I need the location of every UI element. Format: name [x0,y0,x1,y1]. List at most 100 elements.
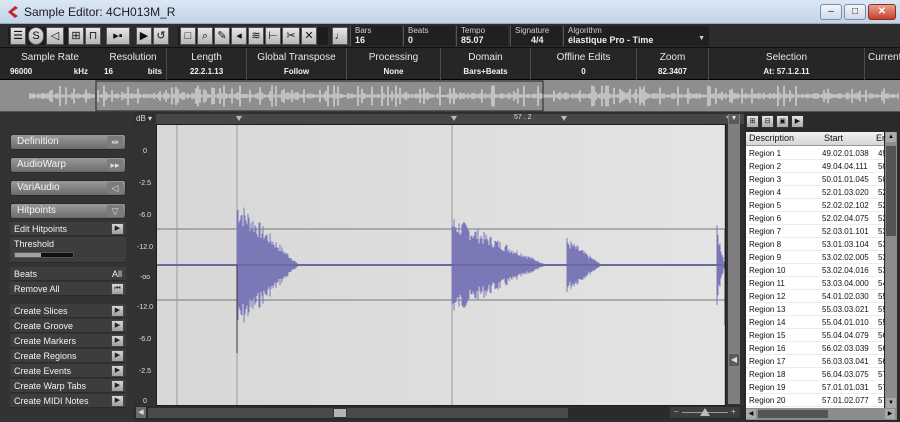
scroll-thumb[interactable] [758,410,828,418]
scroll-up-icon[interactable]: ▲ [886,132,896,142]
info-current[interactable]: Current [864,48,900,80]
waveform-display[interactable] [156,124,726,406]
close-button[interactable]: ✕ [868,4,896,20]
solo-icon[interactable]: S [28,27,44,45]
play-icon[interactable]: ▶ [111,380,124,392]
metronome-icon[interactable]: ♩ [332,27,348,45]
show-info-icon[interactable]: ⊞ [68,27,84,45]
maximize-button[interactable]: □ [844,4,866,20]
table-row[interactable]: Region 10 53.02.04.016 53 [746,264,887,277]
table-row[interactable]: Region 19 57.01.01.031 57 [746,381,887,394]
column-header-start[interactable]: Start [824,133,843,143]
bars-field[interactable]: Bars 16 [350,26,402,46]
select-region-icon[interactable]: ▣ [776,115,789,128]
scroll-track[interactable] [148,408,568,418]
info-offline-edits[interactable]: Offline Edits 0 [530,48,636,80]
tab-definition[interactable]: Definition ⇹ [10,134,126,150]
play-icon[interactable]: ▶ [111,395,124,407]
table-row[interactable]: Region 9 53.02.02.005 53 [746,251,887,264]
play-icon[interactable]: ▶ [111,305,124,317]
zoom-handle-icon[interactable]: ◀ [729,354,739,366]
create-warp-tabs-row[interactable]: Create Warp Tabs ▶ [10,379,126,393]
minimize-button[interactable]: ‒ [820,4,842,20]
zoom-in-icon[interactable]: + [731,407,736,416]
table-row[interactable]: Region 15 55.04.04.079 56 [746,329,887,342]
table-row[interactable]: Region 8 53.01.03.104 53 [746,238,887,251]
draw-icon[interactable]: ✎ [214,27,230,45]
scroll-down-icon[interactable]: ▼ [886,398,896,408]
table-row[interactable]: Region 17 56.03.03.041 56 [746,355,887,368]
create-markers-row[interactable]: Create Markers ▶ [10,334,126,348]
remove-all-row[interactable]: Remove All ⏮ [10,282,126,296]
info-domain[interactable]: Domain Bars+Beats [440,48,530,80]
overview-line[interactable] [0,80,900,112]
column-header-description[interactable]: Description [749,133,794,143]
table-row[interactable]: Region 4 52.01.03.020 52 [746,186,887,199]
play-icon[interactable]: ▶ [111,223,124,235]
info-processing[interactable]: Processing None [346,48,440,80]
play-icon[interactable]: ▶ [111,365,124,377]
tempo-field[interactable]: Tempo 85.07 [456,26,508,46]
table-row[interactable]: Region 20 57.01.02.077 57 [746,394,887,407]
play-icon[interactable]: ▶ [111,335,124,347]
info-zoom[interactable]: Zoom 82.3407 [636,48,708,80]
horizontal-scrollbar[interactable]: ◀ ▶ ‒ + [134,406,744,420]
tab-audiowarp[interactable]: AudioWarp ▸▸ [10,157,126,173]
speaker-icon[interactable]: ◁ [46,27,64,45]
beats-row[interactable]: Beats All [10,267,126,281]
range-select-icon[interactable]: □ [180,27,196,45]
create-groove-row[interactable]: Create Groove ▶ [10,319,126,333]
info-resolution[interactable]: Resolution 16 bits [100,48,166,80]
table-row[interactable]: Region 14 55.04.01.010 55 [746,316,887,329]
info-sample-rate[interactable]: Sample Rate 96000 kHz [0,48,100,80]
play-tool-icon[interactable]: ◂ [231,27,247,45]
table-row[interactable]: Region 1 49.02.01.038 49 [746,147,887,160]
table-row[interactable]: Region 16 56.02.03.039 56 [746,342,887,355]
edit-hitpoints-row[interactable]: Edit Hitpoints ▶ [10,222,126,236]
zoom-slider[interactable]: ‒ + [670,407,740,418]
warp-icon[interactable]: ⊢ [265,27,281,45]
zoom-thumb-icon[interactable] [700,408,710,416]
tab-hitpoints[interactable]: Hitpoints ▽ [10,203,126,219]
show-regions-icon[interactable]: ⊓ [85,27,101,45]
create-events-row[interactable]: Create Events ▶ [10,364,126,378]
create-midi-notes-row[interactable]: Create MIDI Notes ▶ [10,394,126,408]
algorithm-select[interactable]: Algorithm élastique Pro - Time ▼ [563,26,709,46]
create-regions-row[interactable]: Create Regions ▶ [10,349,126,363]
threshold-slider[interactable] [14,252,74,258]
scroll-left-icon[interactable]: ◀ [746,409,756,419]
regions-horizontal-scrollbar[interactable]: ◀ ▶ [746,408,897,420]
cross-tool-icon[interactable]: ✕ [301,27,317,45]
table-row[interactable]: Region 2 49.04.04.111 50 [746,160,887,173]
scroll-left-icon[interactable]: ◀ [136,407,146,418]
signature-field[interactable]: Signature 4/4 [510,26,562,46]
info-selection[interactable]: Selection At: 57.1.2.11 [708,48,864,80]
table-row[interactable]: Region 11 53.03.04.000 54 [746,277,887,290]
play-region-icon[interactable]: ▶ [791,115,804,128]
table-row[interactable]: Region 7 52.03.01.101 53 [746,225,887,238]
add-region-icon[interactable]: ⊞ [746,115,759,128]
regions-vertical-scrollbar[interactable]: ▲ ▼ [885,132,897,408]
chevron-down-icon[interactable]: ▼ [729,114,739,124]
table-row[interactable]: Region 12 54.01.02.030 55 [746,290,887,303]
zoom-out-icon[interactable]: ‒ [674,407,678,416]
cut-icon[interactable]: ✂ [282,27,300,45]
create-slices-row[interactable]: Create Slices ▶ [10,304,126,318]
scroll-right-icon[interactable]: ▶ [885,409,895,419]
info-length[interactable]: Length 22.2.1.13 [166,48,246,80]
scroll-thumb[interactable] [333,408,347,418]
scroll-thumb[interactable] [886,146,896,236]
info-global-transpose[interactable]: Global Transpose Follow [246,48,346,80]
remove-region-icon[interactable]: ⊟ [761,115,774,128]
play-icon[interactable]: ▶ [111,320,124,332]
vertical-zoom-bar[interactable]: ▼ ◀ [728,114,740,404]
db-scale-label[interactable]: dB ▾ [136,114,152,123]
table-row[interactable]: Region 6 52.02.04.075 52 [746,212,887,225]
play-icon[interactable]: ▶ [111,350,124,362]
play-icon[interactable]: ▶ [136,27,152,45]
tab-variaudio[interactable]: VariAudio ◁ [10,180,126,196]
loop-icon[interactable]: ↺ [153,27,169,45]
table-row[interactable]: Region 18 56.04.03.075 57 [746,368,887,381]
list-view-icon[interactable]: ☰ [10,27,26,45]
snap-mode-icon[interactable]: ▸▪ [106,27,130,45]
